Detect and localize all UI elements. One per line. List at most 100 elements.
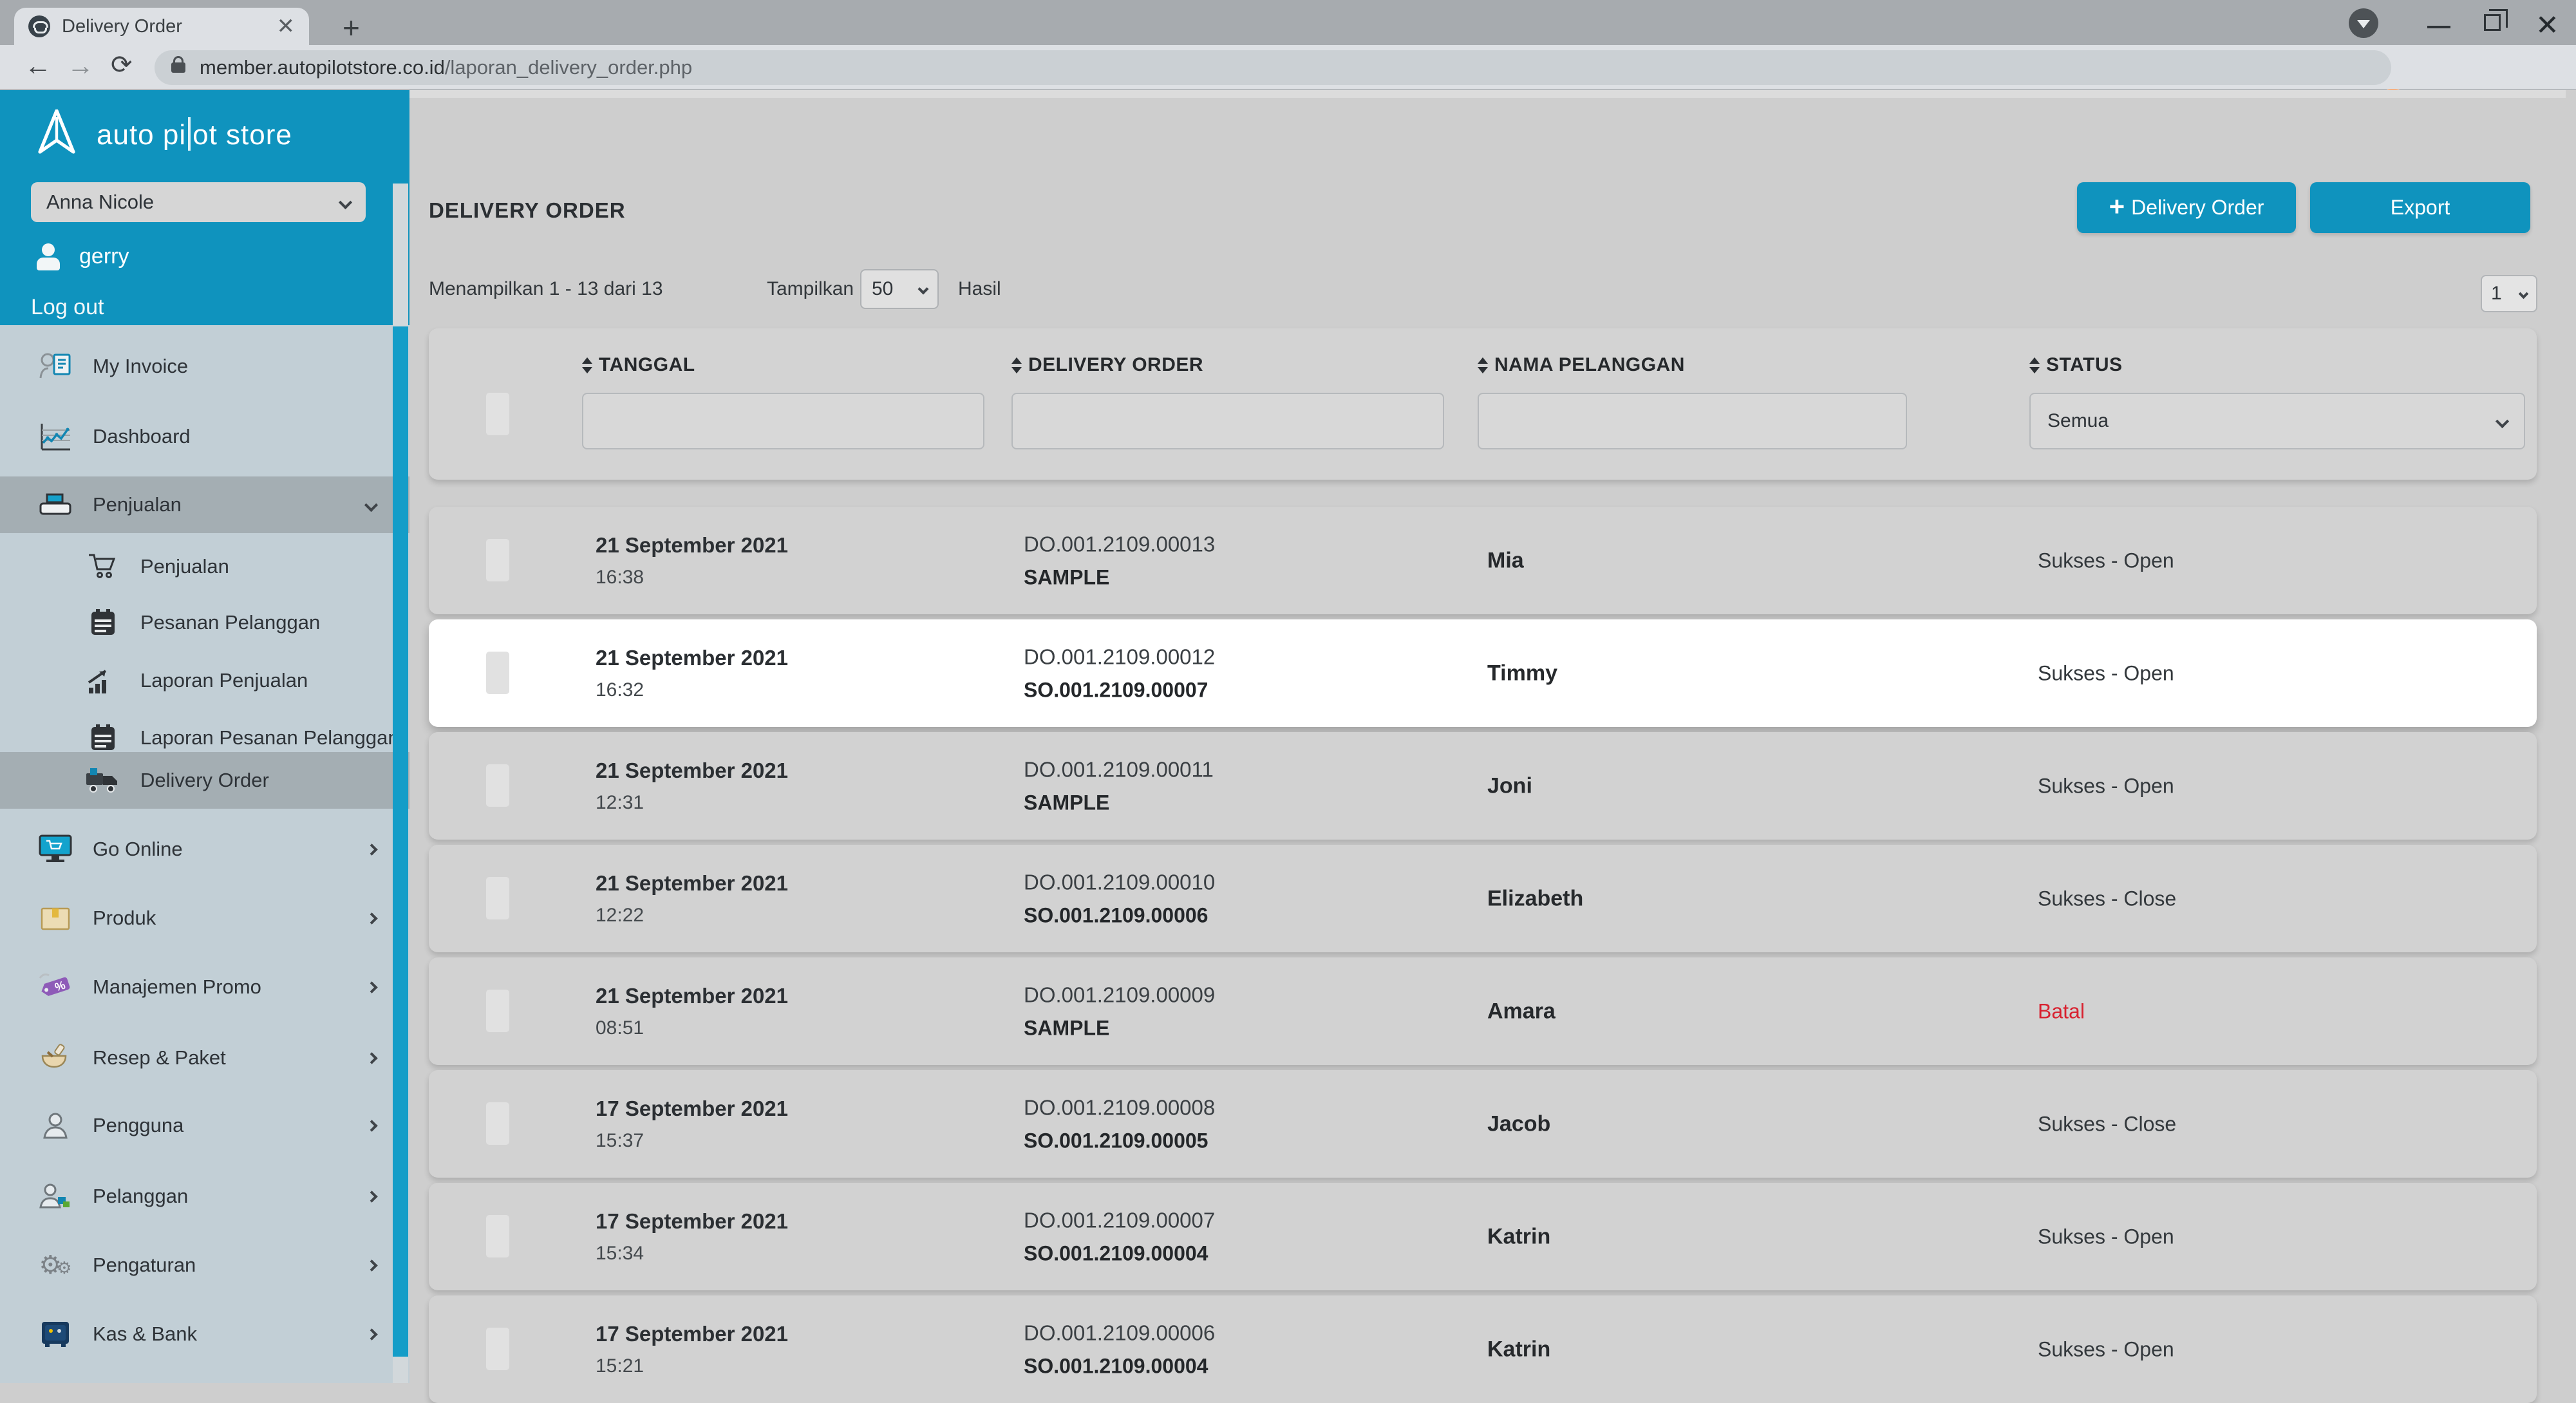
row-checkbox[interactable] [486, 990, 509, 1032]
invoice-person-icon [37, 350, 73, 383]
sidebar-item-pengaturan[interactable]: ⚙⚙Pengaturan [0, 1237, 409, 1294]
reload-button[interactable]: ⟳ [111, 50, 133, 80]
chevron-right-icon [366, 843, 377, 855]
add-delivery-order-button[interactable]: + Delivery Order [2077, 182, 2296, 233]
window-close-button[interactable]: ✕ [2535, 9, 2559, 42]
cell-status: Sukses - Open [2038, 774, 2174, 798]
sidebar-item-label: Penjualan [93, 493, 182, 516]
table-row[interactable]: 21 September 202112:22DO.001.2109.00010S… [429, 845, 2537, 952]
column-header-delivery-order[interactable]: DELIVERY ORDER [1011, 354, 1203, 376]
brand: auto piot store [33, 109, 292, 158]
export-button[interactable]: Export [2310, 182, 2530, 233]
tab-close-icon[interactable]: ✕ [277, 14, 296, 39]
filter-nama-pelanggan-input[interactable] [1478, 393, 1907, 449]
browser-update-icon[interactable] [2349, 8, 2378, 38]
current-user[interactable]: gerry [35, 243, 129, 269]
sidebar-item-dashboard[interactable]: Dashboard [0, 408, 409, 465]
row-checkbox[interactable] [486, 539, 509, 581]
sidebar-item-label: My Invoice [93, 355, 188, 378]
row-checkbox[interactable] [486, 1328, 509, 1370]
page-size-select[interactable]: 50 [860, 269, 939, 309]
row-do-number: DO.001.2109.00012 [1024, 645, 1215, 669]
row-checkbox[interactable] [486, 877, 509, 919]
username: gerry [79, 244, 129, 269]
sidebar-item-pelanggan[interactable]: Pelanggan [0, 1168, 409, 1225]
cell-customer-name: Katrin [1487, 1224, 1550, 1249]
tab-title: Delivery Order [62, 16, 269, 37]
sidebar-item-label: Pesanan Pelanggan [140, 611, 320, 634]
sidebar-item-label: Pelanggan [93, 1185, 188, 1208]
logout-link[interactable]: Log out [31, 295, 104, 320]
column-header-status[interactable]: STATUS [2029, 354, 2123, 376]
chevron-right-icon [366, 1328, 377, 1340]
cell-customer-name: Mia [1487, 548, 1524, 573]
select-all-checkbox[interactable] [486, 393, 509, 435]
sidebar-item-go-online[interactable]: Go Online [0, 821, 409, 878]
growth-chart-icon [85, 664, 121, 697]
browser-tab[interactable]: Delivery Order ✕ [14, 8, 309, 45]
sidebar-item-label: Resep & Paket [93, 1046, 226, 1069]
sidebar-item-delivery-order-sub[interactable]: Delivery Order [0, 752, 409, 809]
filter-status-select[interactable]: Semua [2029, 393, 2525, 449]
address-bar[interactable]: member.autopilotstore.co.id/laporan_deli… [155, 50, 2391, 85]
sidebar-item-resep-paket[interactable]: Resep & Paket [0, 1030, 409, 1086]
cell-status: Sukses - Close [2038, 887, 2176, 910]
cell-status: Sukses - Open [2038, 1225, 2174, 1248]
sidebar-item-label: Pengguna [93, 1114, 183, 1137]
sidebar-item-label: Go Online [93, 838, 183, 861]
calendar-icon [85, 606, 121, 639]
sidebar-item-pengguna[interactable]: Pengguna [0, 1097, 409, 1154]
sidebar-item-produk[interactable]: Produk [0, 890, 409, 946]
window-restore-button[interactable] [2484, 14, 2501, 31]
table-row[interactable]: 17 September 202115:34DO.001.2109.00007S… [429, 1183, 2537, 1290]
sidebar-item-label: Delivery Order [140, 769, 269, 792]
app-window: auto piot store Anna Nicole gerry Log ou… [0, 90, 2576, 1383]
box-icon [37, 901, 73, 935]
table-row[interactable]: 21 September 202116:32DO.001.2109.00012S… [429, 619, 2537, 727]
cell-delivery-order: DO.001.2109.00010SO.001.2109.00006 [1024, 870, 1215, 927]
window-minimize-button[interactable] [2427, 26, 2450, 28]
filter-delivery-order-input[interactable] [1011, 393, 1444, 449]
sidebar-item-label: Laporan Pesanan Pelanggan [140, 726, 399, 749]
person-icon [37, 1109, 73, 1142]
sidebar-item-manajemen-promo[interactable]: %Manajemen Promo [0, 959, 409, 1015]
cell-customer-name: Joni [1487, 773, 1532, 798]
sidebar-scrollbar-thumb[interactable] [393, 326, 408, 1357]
table-row[interactable]: 21 September 202112:31DO.001.2109.00011S… [429, 732, 2537, 840]
table-row[interactable]: 21 September 202108:51DO.001.2109.00009S… [429, 957, 2537, 1065]
new-tab-button[interactable]: + [343, 10, 360, 45]
table-row[interactable]: 21 September 202116:38DO.001.2109.00013S… [429, 507, 2537, 614]
column-header-tanggal[interactable]: TANGGAL [582, 354, 695, 376]
page-number-select[interactable]: 1 [2481, 275, 2537, 312]
sidebar-item-label: Dashboard [93, 425, 191, 448]
sidebar-scrollbar[interactable] [393, 184, 408, 1383]
row-time: 12:22 [596, 905, 788, 927]
cart-icon [85, 550, 121, 583]
row-date: 21 September 2021 [596, 984, 788, 1008]
table-row[interactable]: 17 September 202115:37DO.001.2109.00008S… [429, 1070, 2537, 1178]
row-so-reference: SO.001.2109.00004 [1024, 1241, 1215, 1265]
row-checkbox[interactable] [486, 764, 509, 807]
table-row[interactable]: 17 September 202115:21DO.001.2109.00006S… [429, 1295, 2537, 1403]
sidebar-item-kas-bank[interactable]: Kas & Bank [0, 1306, 409, 1362]
filter-tanggal-input[interactable] [582, 393, 984, 449]
store-select-value: Anna Nicole [46, 191, 154, 214]
sidebar-item-laporan-penjualan-sub[interactable]: Laporan Penjualan [0, 652, 409, 709]
row-checkbox[interactable] [486, 652, 509, 694]
forward-button[interactable]: → [67, 50, 94, 81]
page-title: DELIVERY ORDER [429, 198, 626, 223]
column-header-nama-pelanggan[interactable]: NAMA PELANGGAN [1478, 354, 1685, 376]
browser-toolbar: ← → ⟳ member.autopilotstore.co.id/lapora… [0, 45, 2576, 89]
sidebar-item-penjualan[interactable]: Penjualan [0, 476, 409, 533]
cell-status: Sukses - Close [2038, 1112, 2176, 1136]
row-time: 16:32 [596, 679, 788, 701]
back-button[interactable]: ← [24, 50, 52, 81]
sidebar-item-penjualan-sub[interactable]: Penjualan [0, 538, 409, 595]
sidebar-item-my-invoice[interactable]: My Invoice [0, 338, 409, 395]
sidebar-item-pesanan-pelanggan-sub[interactable]: Pesanan Pelanggan [0, 594, 409, 651]
row-checkbox[interactable] [486, 1215, 509, 1257]
main-content: DELIVERY ORDER + Delivery Order Export M… [409, 90, 2566, 1383]
chevron-right-icon [366, 912, 377, 924]
row-checkbox[interactable] [486, 1102, 509, 1145]
store-select[interactable]: Anna Nicole [31, 182, 366, 222]
